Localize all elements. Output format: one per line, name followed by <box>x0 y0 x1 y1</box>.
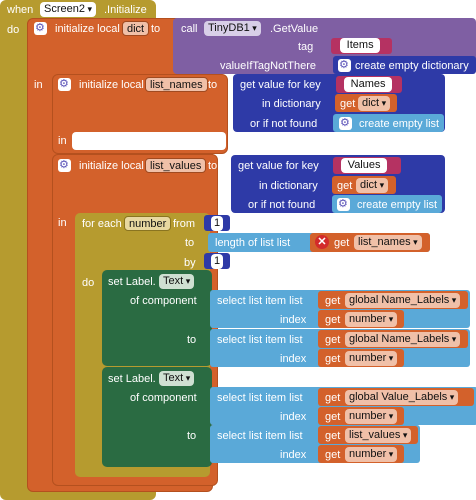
var-name-list-names[interactable]: list_names <box>145 77 208 92</box>
in-label: in <box>34 79 43 91</box>
index-label: index <box>280 314 307 326</box>
get-number-dropdown[interactable]: number <box>345 312 398 327</box>
by-label: by <box>184 257 196 269</box>
get-list-names-dropdown[interactable]: list_names <box>354 235 422 250</box>
var-name-list-values[interactable]: list_values <box>145 158 207 173</box>
getvalue-method: .GetValue <box>270 23 319 35</box>
length-of-list-label: length of list list <box>215 237 291 249</box>
to-label: to <box>187 334 197 346</box>
from-label: from <box>173 218 195 230</box>
in-dictionary-label: in dictionary <box>259 180 318 192</box>
in-label: in <box>58 217 67 229</box>
call-label: call <box>181 23 198 35</box>
mutator-gear-icon[interactable] <box>339 116 352 130</box>
get-dict-dropdown[interactable]: dict <box>356 178 389 193</box>
get-label: get <box>325 449 341 461</box>
get-label: get <box>325 314 341 326</box>
text-names-value[interactable]: “Names” <box>344 77 393 92</box>
to-label: to <box>208 160 218 172</box>
create-empty-list-label: create empty list <box>359 118 440 130</box>
to-label: to <box>185 237 195 249</box>
select-list-item-label: select list item list <box>217 392 303 404</box>
component-dropdown[interactable]: Screen2 <box>40 2 97 17</box>
get-label: get <box>325 334 341 346</box>
to-label: to <box>187 430 197 442</box>
get-label: get <box>325 430 341 442</box>
index-label: index <box>280 353 307 365</box>
valueiftagnotthere-label: valueIfTagNotThere <box>220 60 316 72</box>
get-label: get <box>340 98 356 110</box>
get-global-value-labels-dropdown[interactable]: global Value_Labels <box>345 390 459 405</box>
get-number-dropdown[interactable]: number <box>345 409 398 424</box>
var-name-dict[interactable]: dict <box>122 21 150 36</box>
init-local-label: initialize local <box>79 79 144 91</box>
index-label: index <box>280 449 307 461</box>
or-if-not-found-label: or if not found <box>248 199 316 211</box>
get-global-name-labels-dropdown[interactable]: global Name_Labels <box>345 293 461 308</box>
var-name-number[interactable]: number <box>124 216 172 231</box>
text-names-string: Names <box>350 78 386 90</box>
event-name: .Initialize <box>104 4 147 16</box>
property-dropdown[interactable]: Text <box>159 371 195 386</box>
mutator-gear-icon[interactable] <box>337 197 350 211</box>
or-if-not-found-label: or if not found <box>250 118 318 130</box>
get-value-for-key-label: get value for key <box>238 160 319 172</box>
get-label: get <box>325 411 341 423</box>
of-component-label: of component <box>130 295 197 307</box>
do-label: do <box>82 277 95 289</box>
to-label: to <box>208 79 218 91</box>
get-number-dropdown[interactable]: number <box>345 351 398 366</box>
property-dropdown[interactable]: Text <box>159 274 195 289</box>
tinydb-dropdown[interactable]: TinyDB1 <box>204 21 261 36</box>
set-label: set Label. <box>108 276 156 288</box>
get-global-name-labels-dropdown[interactable]: global Name_Labels <box>345 332 461 347</box>
get-label: get <box>337 180 353 192</box>
number-by-value[interactable]: 1 <box>211 254 224 269</box>
get-label: get <box>325 295 341 307</box>
init-local-label: initialize local <box>79 160 144 172</box>
get-label: get <box>325 392 341 404</box>
of-component-label: of component <box>130 392 197 404</box>
get-label: get <box>334 237 350 249</box>
do-label: do <box>7 24 20 36</box>
in-label: in <box>58 135 67 147</box>
get-value-for-key-label: get value for key <box>240 79 321 91</box>
tag-label: tag <box>298 41 314 53</box>
text-items-string: Items <box>346 39 374 51</box>
to-label: to <box>151 23 161 35</box>
select-list-item-label: select list item list <box>217 430 303 442</box>
mutator-gear-icon[interactable] <box>58 158 71 172</box>
create-empty-dictionary-label: create empty dictionary <box>355 60 469 72</box>
number-from-value[interactable]: 1 <box>211 216 224 231</box>
for-each-label: for each <box>82 218 122 230</box>
get-list-values-dropdown[interactable]: list_values <box>345 428 412 443</box>
index-label: index <box>280 411 307 423</box>
mutator-gear-icon[interactable] <box>338 58 351 72</box>
select-list-item-label: select list item list <box>217 334 303 346</box>
in-dictionary-label: in dictionary <box>262 98 321 110</box>
text-items-value[interactable]: “Items” <box>340 38 381 53</box>
mutator-gear-icon[interactable] <box>58 77 71 91</box>
create-empty-list-label: create empty list <box>357 199 438 211</box>
when-label: when <box>7 4 34 16</box>
empty-in-slot <box>72 132 226 150</box>
get-number-dropdown[interactable]: number <box>345 447 398 462</box>
init-local-label: initialize local <box>55 23 120 35</box>
select-list-item-label: select list item list <box>217 295 303 307</box>
get-dict-dropdown[interactable]: dict <box>358 96 391 111</box>
text-values-string: Values <box>347 159 381 171</box>
text-values-value[interactable]: “Values” <box>341 158 388 173</box>
error-icon[interactable]: ✕ <box>315 235 329 249</box>
get-label: get <box>325 353 341 365</box>
mutator-gear-icon[interactable] <box>34 21 47 35</box>
set-label: set Label. <box>108 373 156 385</box>
